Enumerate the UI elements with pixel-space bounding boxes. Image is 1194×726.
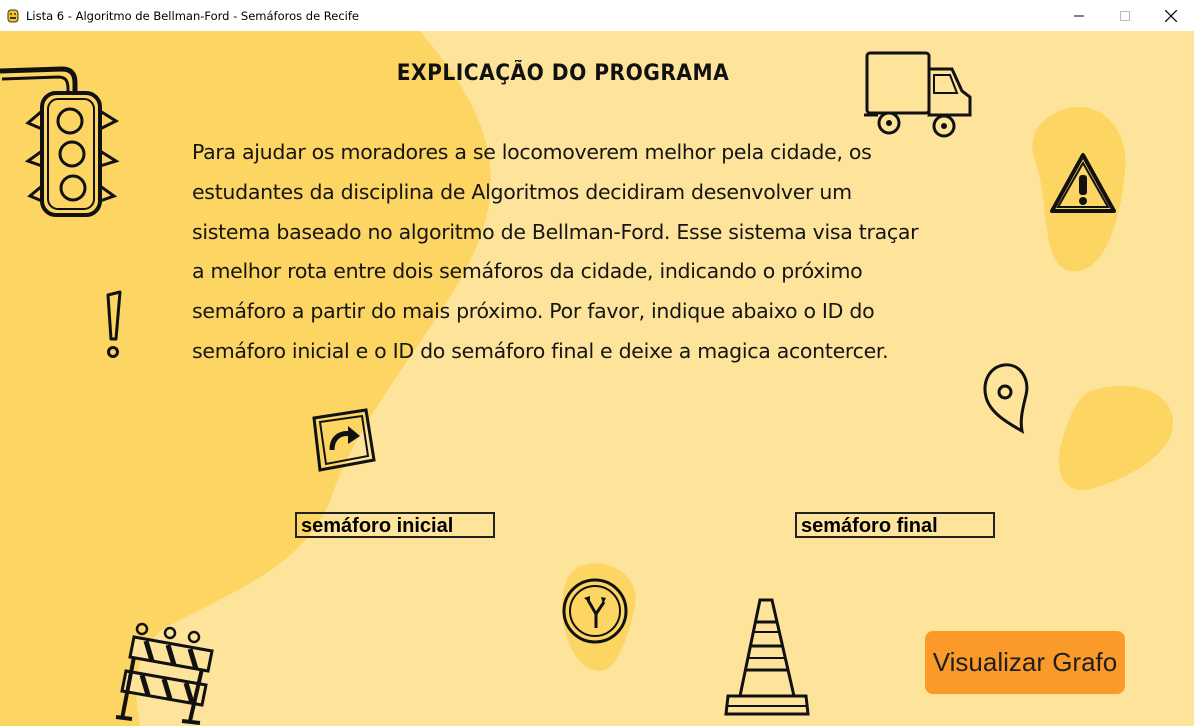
traffic-cone-icon [724,598,810,716]
start-traffic-light-input[interactable]: semáforo inicial [295,512,495,538]
exclamation-icon [106,290,122,358]
location-pin-icon [983,363,1029,434]
window-titlebar: Lista 6 - Algoritmo de Bellman-Ford - Se… [0,0,1194,31]
maximize-button[interactable] [1102,0,1148,31]
window-controls [1056,0,1194,31]
description-line: sistema baseado no algoritmo de Bellman-… [192,219,919,244]
close-button[interactable] [1148,0,1194,31]
turn-sign-icon [312,408,376,472]
description-line: semáforo inicial e o ID do semáforo fina… [192,338,889,363]
minimize-button[interactable] [1056,0,1102,31]
minimize-icon [1074,15,1084,16]
end-traffic-light-input[interactable]: semáforo final [795,512,995,538]
window-title: Lista 6 - Algoritmo de Bellman-Ford - Se… [26,8,359,23]
close-icon [1165,9,1177,22]
python-icon [7,9,19,22]
maximize-icon [1120,10,1130,21]
fork-road-sign-icon [562,578,628,644]
barrier-icon [115,622,214,725]
description-line: estudantes da disciplina de Algoritmos d… [192,179,852,204]
visualize-graph-button[interactable]: Visualizar Grafo [925,631,1125,694]
description-line: a melhor rota entre dois semáforos da ci… [192,259,863,284]
description-line: semáforo a partir do mais próximo. Por f… [192,299,875,324]
program-description: Para ajudar os moradores a se locomovere… [192,133,952,372]
warning-sign-icon [1050,153,1116,213]
app-canvas: EXPLICAÇÃO DO PROGRAMA Para ajudar os mo… [0,31,1194,726]
description-line: Para ajudar os moradores a se locomovere… [192,140,872,164]
page-title: EXPLICAÇÃO DO PROGRAMA [396,61,730,86]
